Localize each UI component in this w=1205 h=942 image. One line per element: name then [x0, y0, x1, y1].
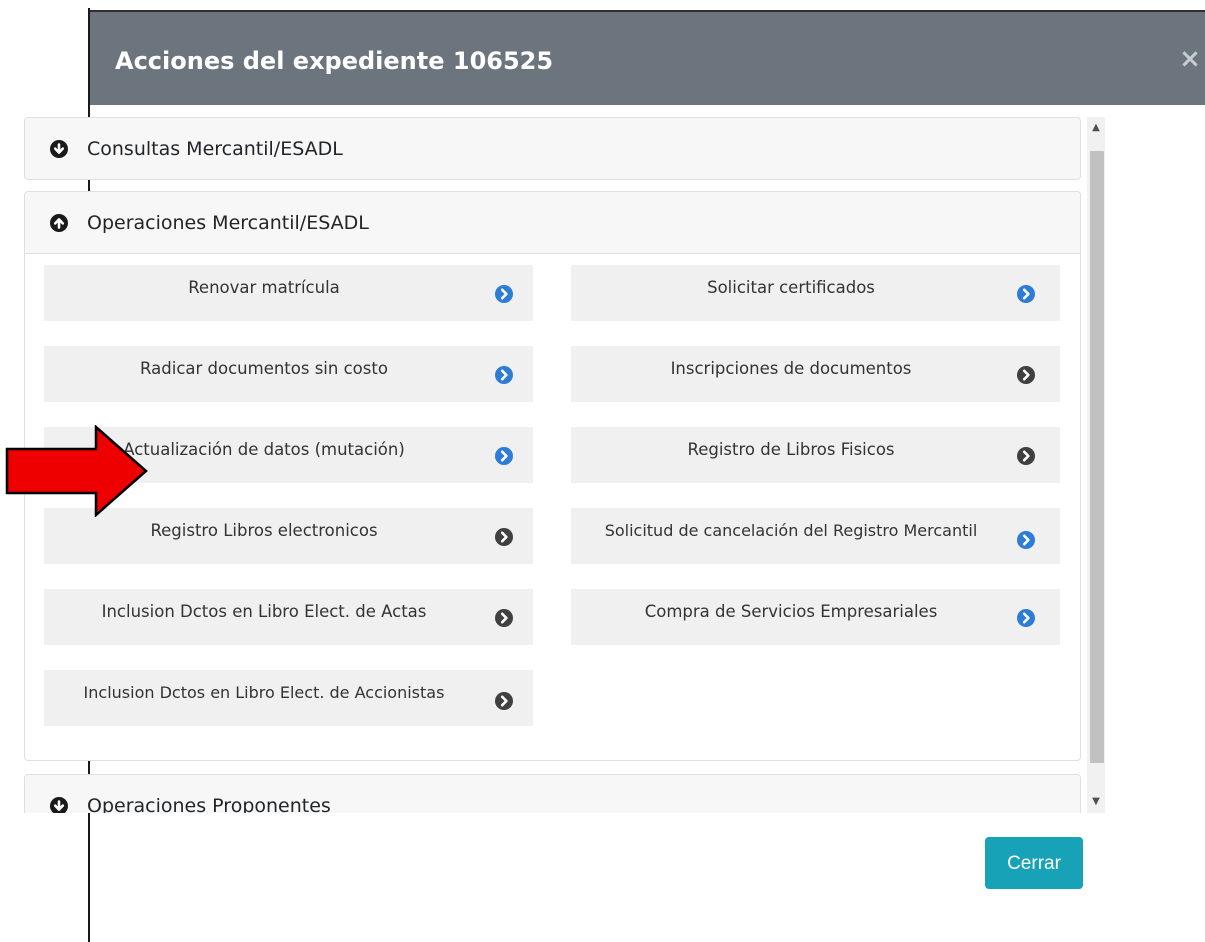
accordion-header-consultas[interactable]: Consultas Mercantil/ESADL — [25, 118, 1080, 179]
action-label: Solicitud de cancelación del Registro Me… — [604, 521, 978, 540]
solicitar-certificados-button[interactable]: Solicitar certificados — [571, 265, 1060, 321]
chevron-right-circle-icon — [495, 609, 513, 627]
inclusion-libro-actas-button[interactable]: Inclusion Dctos en Libro Elect. de Actas — [44, 589, 533, 645]
action-label: Radicar documentos sin costo — [140, 359, 388, 378]
red-arrow-annotation-icon — [5, 425, 148, 517]
chevron-right-circle-icon — [495, 285, 513, 303]
action-label: Inclusion Dctos en Libro Elect. de Accio… — [83, 683, 445, 702]
inscripciones-documentos-button[interactable]: Inscripciones de documentos — [571, 346, 1060, 402]
accordion-header-operaciones-mercantil[interactable]: Operaciones Mercantil/ESADL — [25, 192, 1080, 254]
chevron-right-circle-icon — [1017, 447, 1035, 465]
scroll-thumb[interactable] — [1090, 151, 1104, 763]
modal-scrollbar[interactable]: ▲ ▼ — [1087, 117, 1105, 813]
accordion-title: Operaciones Mercantil/ESADL — [87, 212, 369, 234]
chevron-right-circle-icon — [495, 366, 513, 384]
action-label: Renovar matrícula — [188, 278, 340, 297]
action-label: Registro Libros electronicos — [150, 521, 378, 540]
chevron-right-circle-icon — [1017, 609, 1035, 627]
registro-libros-fisicos-button[interactable]: Registro de Libros Fisicos — [571, 427, 1060, 483]
modal-header: Acciones del expediente 106525 × — [90, 10, 1205, 105]
accordion-title: Consultas Mercantil/ESADL — [87, 138, 343, 160]
arrow-circle-up-icon — [50, 214, 68, 232]
cerrar-button[interactable]: Cerrar — [985, 837, 1083, 889]
chevron-right-circle-icon — [495, 528, 513, 546]
renovar-matricula-button[interactable]: Renovar matrícula — [44, 265, 533, 321]
chevron-right-circle-icon — [1017, 366, 1035, 384]
arrow-circle-down-icon — [50, 797, 68, 813]
arrow-circle-down-icon — [50, 140, 68, 158]
chevron-right-circle-icon — [495, 447, 513, 465]
accordion-header-operaciones-proponentes[interactable]: Operaciones Proponentes — [25, 775, 1080, 813]
modal-title: Acciones del expediente 106525 — [115, 47, 554, 75]
modal-body: Consultas Mercantil/ESADL Operaciones Me… — [24, 117, 1082, 813]
accordion-card-operaciones-mercantil: Operaciones Mercantil/ESADL Renovar matr… — [24, 191, 1081, 761]
chevron-right-circle-icon — [495, 692, 513, 710]
accordion-title: Operaciones Proponentes — [87, 795, 331, 813]
action-label: Inclusion Dctos en Libro Elect. de Actas — [101, 602, 427, 621]
inclusion-libro-accionistas-button[interactable]: Inclusion Dctos en Libro Elect. de Accio… — [44, 670, 533, 726]
solicitud-cancelacion-button[interactable]: Solicitud de cancelación del Registro Me… — [571, 508, 1060, 564]
scroll-up-arrow-icon[interactable]: ▲ — [1087, 119, 1105, 137]
scroll-down-arrow-icon[interactable]: ▼ — [1087, 793, 1105, 811]
compra-servicios-button[interactable]: Compra de Servicios Empresariales — [571, 589, 1060, 645]
chevron-right-circle-icon — [1017, 285, 1035, 303]
accordion-card-consultas: Consultas Mercantil/ESADL — [24, 117, 1081, 180]
accordion-card-operaciones-proponentes: Operaciones Proponentes — [24, 774, 1081, 813]
chevron-right-circle-icon — [1017, 531, 1035, 549]
action-label: Inscripciones de documentos — [670, 359, 912, 378]
action-label: Registro de Libros Fisicos — [687, 440, 895, 459]
action-label: Compra de Servicios Empresariales — [644, 602, 938, 621]
action-label: Solicitar certificados — [707, 278, 875, 297]
close-icon[interactable]: × — [1175, 44, 1205, 74]
radicar-documentos-button[interactable]: Radicar documentos sin costo — [44, 346, 533, 402]
